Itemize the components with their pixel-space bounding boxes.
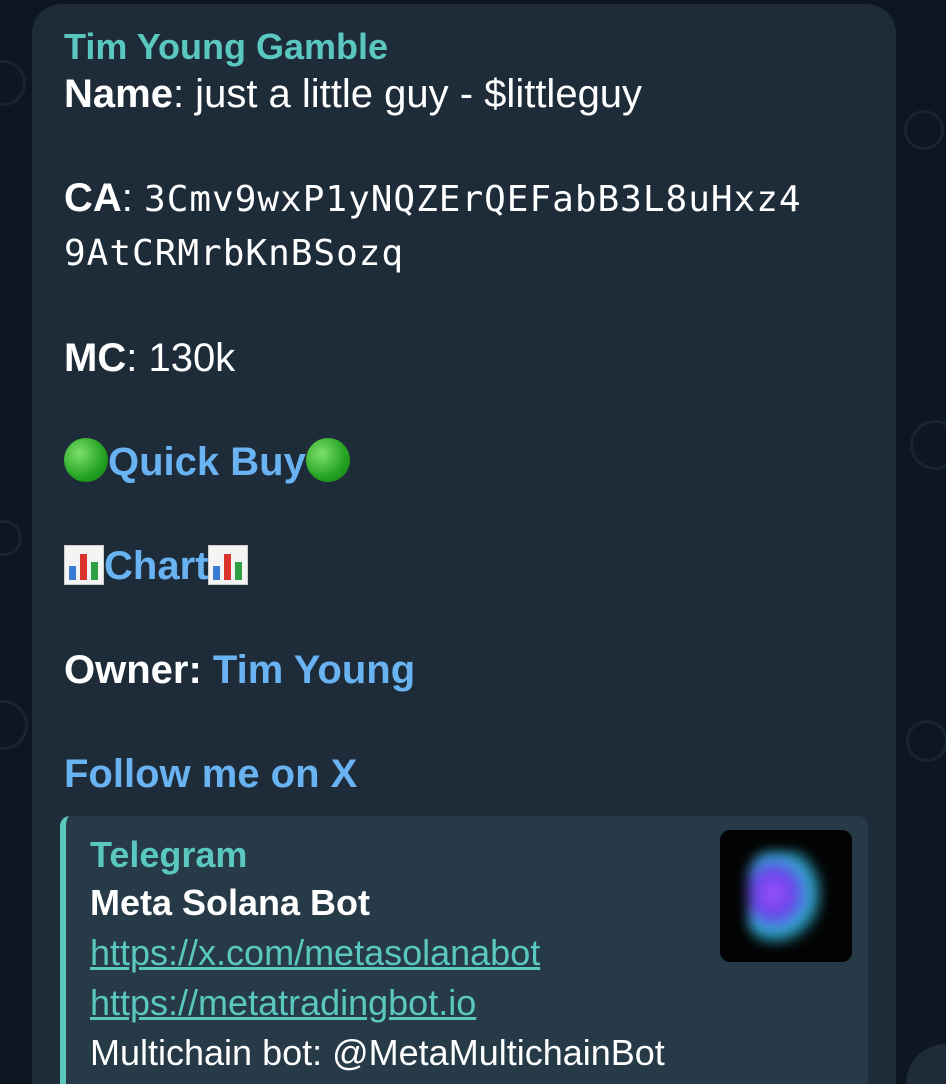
green-circle-icon bbox=[64, 438, 108, 482]
preview-link-site[interactable]: https://metatradingbot.io bbox=[90, 982, 476, 1023]
contract-address-part1[interactable]: 3Cmv9wxP1yNQZErQEFabB3L8uHxz4 bbox=[144, 179, 802, 220]
background-doodle bbox=[910, 420, 946, 470]
message-bubble: Tim Young Gamble Name: just a little guy… bbox=[32, 4, 896, 1084]
bar-chart-icon bbox=[64, 545, 104, 585]
background-doodle bbox=[906, 720, 946, 762]
ca-line-2: 9AtCRMrbKnBSozq bbox=[64, 226, 864, 280]
preview-thumbnail[interactable] bbox=[720, 830, 852, 962]
contract-address-part2[interactable]: 9AtCRMrbKnBSozq bbox=[64, 233, 404, 274]
sender-name[interactable]: Tim Young Gamble bbox=[64, 26, 864, 68]
link-preview[interactable]: Telegram Meta Solana Bot https://x.com/m… bbox=[60, 816, 868, 1084]
background-doodle bbox=[904, 110, 944, 150]
mc-label: MC bbox=[64, 336, 127, 380]
scroll-button[interactable] bbox=[906, 1044, 946, 1084]
ca-line: CA: 3Cmv9wxP1yNQZErQEFabB3L8uHxz4 bbox=[64, 172, 864, 226]
name-line: Name: just a little guy - $littleguy bbox=[64, 68, 864, 120]
quick-buy-line: Quick Buy bbox=[64, 436, 864, 488]
preview-link-x[interactable]: https://x.com/metasolanabot bbox=[90, 932, 540, 973]
follow-on-x-link[interactable]: Follow me on X bbox=[64, 752, 357, 796]
bar-chart-icon bbox=[208, 545, 249, 585]
chart-line: Chart bbox=[64, 540, 864, 592]
name-label: Name bbox=[64, 72, 173, 116]
owner-link[interactable]: Tim Young bbox=[213, 648, 415, 692]
ca-label: CA bbox=[64, 176, 122, 220]
chat-background: Tim Young Gamble Name: just a little guy… bbox=[0, 0, 946, 1084]
thumbnail-glow bbox=[748, 852, 822, 944]
owner-label: Owner: bbox=[64, 648, 213, 692]
mc-line: MC: 130k bbox=[64, 332, 864, 384]
quick-buy-link[interactable]: Quick Buy bbox=[108, 440, 306, 484]
green-circle-icon bbox=[305, 438, 350, 482]
chart-link[interactable]: Chart bbox=[104, 544, 208, 588]
preview-link-2-line: https://metatradingbot.io bbox=[90, 978, 868, 1028]
owner-line: Owner: Tim Young bbox=[64, 644, 864, 696]
follow-line: Follow me on X bbox=[64, 748, 864, 800]
ca-separator: : bbox=[121, 176, 145, 220]
background-doodle bbox=[0, 700, 28, 750]
background-doodle bbox=[0, 60, 26, 106]
name-value: : just a little guy - $littleguy bbox=[172, 72, 643, 116]
preview-description: Multichain bot: @MetaMultichainBot bbox=[90, 1032, 665, 1073]
mc-value: : 130k bbox=[126, 336, 236, 380]
background-doodle bbox=[0, 520, 22, 556]
